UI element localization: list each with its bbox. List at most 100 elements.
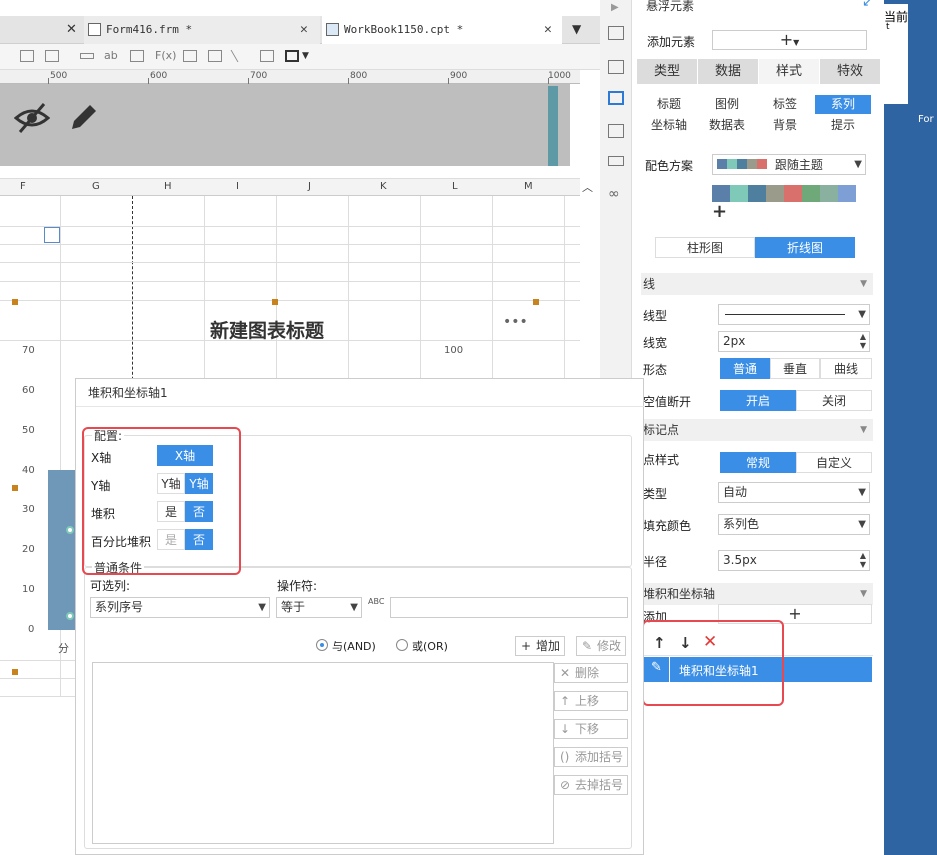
tab-effect[interactable]: 特效 (820, 59, 880, 84)
stepper-icon[interactable]: ▲ ▼ (860, 332, 866, 350)
color-scheme-select[interactable]: 跟随主题 ▼ (712, 154, 866, 175)
formula-icon[interactable]: F(x) (155, 49, 176, 62)
line-marker[interactable] (66, 612, 74, 620)
slash-icon[interactable] (230, 50, 252, 62)
null-break-on[interactable]: 开启 (720, 390, 796, 411)
column-label[interactable]: K (380, 181, 387, 192)
subtab-datatable[interactable]: 数据表 (699, 116, 755, 135)
subtab-series[interactable]: 系列 (815, 95, 871, 114)
section-stack-axis[interactable]: 堆积和坐标轴 ▼ (641, 583, 873, 605)
line-type-select[interactable]: ▼ (718, 304, 870, 325)
resize-handle[interactable] (533, 299, 539, 305)
subtab-label[interactable]: 标签 (757, 95, 813, 114)
shape-curve[interactable]: 曲线 (820, 358, 872, 379)
section-marker[interactable]: 标记点 ▼ (641, 419, 873, 441)
scroll-up-icon[interactable]: ︿ (582, 179, 593, 195)
stepper-icon[interactable]: ▲ ▼ (860, 551, 866, 569)
close-icon[interactable]: ✕ (544, 16, 552, 44)
and-radio[interactable] (316, 639, 328, 651)
column-label[interactable]: I (236, 181, 239, 192)
add-condition-button[interactable]: + 增加 (515, 636, 565, 656)
table-icon[interactable] (20, 50, 34, 62)
column-label[interactable]: M (524, 181, 533, 192)
column-label[interactable]: J (308, 181, 311, 192)
grid-icon[interactable] (45, 50, 59, 62)
resize-handle[interactable] (12, 485, 18, 491)
add-paren-button[interactable]: () 添加括号 (554, 747, 628, 767)
widget-settings-icon[interactable] (608, 60, 624, 74)
color-swatch[interactable] (730, 185, 748, 202)
field-icon[interactable] (80, 53, 94, 59)
line-marker[interactable] (66, 526, 74, 534)
expand-icon[interactable]: ↙ (862, 0, 873, 10)
resize-handle[interactable] (12, 669, 18, 675)
text-icon[interactable]: ab (104, 49, 118, 62)
chart-widget-icon[interactable] (44, 227, 60, 243)
point-style-normal[interactable]: 常规 (720, 452, 796, 473)
value-type-icon[interactable]: ABC (368, 597, 386, 617)
column-label[interactable]: F (20, 181, 26, 192)
border-icon[interactable] (285, 50, 299, 62)
modify-condition-button[interactable]: ✎ 修改 (576, 636, 626, 656)
link-icon[interactable]: ∞ (608, 186, 620, 202)
remove-paren-button[interactable]: ⊘ 去掉括号 (554, 775, 628, 795)
close-icon[interactable]: ✕ (66, 16, 77, 44)
chart-title[interactable]: 新建图表标题 (210, 316, 324, 343)
list-icon[interactable] (608, 156, 624, 166)
subtab-title[interactable]: 标题 (641, 95, 697, 114)
optional-column-select[interactable]: 系列序号 ▼ (90, 597, 270, 618)
color-swatch[interactable] (748, 185, 766, 202)
column-label[interactable]: H (164, 181, 172, 192)
shape-normal[interactable]: 普通 (720, 358, 770, 379)
value-input[interactable] (390, 597, 628, 618)
color-swatch[interactable] (784, 185, 802, 202)
tab-bar-chart[interactable]: 柱形图 (655, 237, 755, 258)
column-label[interactable]: G (92, 181, 100, 192)
chart-bar[interactable] (48, 470, 75, 630)
operator-select[interactable]: 等于 ▼ (276, 597, 362, 618)
subtab-background[interactable]: 背景 (757, 116, 813, 135)
pencil-icon[interactable] (68, 101, 98, 133)
layout-icon[interactable] (608, 26, 624, 40)
fill-color-select[interactable]: 系列色 ▼ (718, 514, 870, 535)
move-down-button[interactable]: ↓ 下移 (554, 719, 628, 739)
align-icon[interactable] (130, 50, 144, 62)
more-icon[interactable]: ••• (503, 314, 528, 330)
subtab-tooltip[interactable]: 提示 (815, 116, 871, 135)
tab-type[interactable]: 类型 (637, 59, 697, 84)
chevron-down-icon[interactable]: ▼ (302, 51, 309, 61)
style-icon[interactable] (608, 91, 624, 105)
color-swatch[interactable] (766, 185, 784, 202)
section-line[interactable]: 线 ▼ (641, 273, 873, 295)
subtab-legend[interactable]: 图例 (699, 95, 755, 114)
color-swatch[interactable] (838, 185, 856, 202)
subtab-axis[interactable]: 坐标轴 (641, 116, 697, 135)
tab-form416[interactable]: Form416.frm * ✕ (84, 16, 320, 44)
color-swatch[interactable] (802, 185, 820, 202)
add-color-icon[interactable]: + (712, 201, 727, 222)
collapse-icon[interactable]: ▶ (611, 2, 619, 13)
hidden-eye-icon[interactable] (14, 102, 50, 134)
or-radio[interactable] (396, 639, 408, 651)
line-width-input[interactable]: 2px ▲ ▼ (718, 331, 870, 352)
close-icon[interactable]: ✕ (300, 16, 308, 44)
color-swatch[interactable] (820, 185, 838, 202)
tab-style[interactable]: 样式 (759, 59, 819, 84)
window-icon[interactable] (608, 124, 624, 138)
shape-vertical[interactable]: 垂直 (770, 358, 820, 379)
condition-list[interactable] (92, 662, 554, 844)
add-element-button[interactable]: +▼ (712, 30, 867, 50)
image-icon[interactable] (208, 50, 222, 62)
resize-handle[interactable] (12, 299, 18, 305)
resize-handle[interactable] (272, 299, 278, 305)
chart-icon[interactable] (183, 50, 197, 62)
color-swatch[interactable] (712, 185, 730, 202)
radius-input[interactable]: 3.5px ▲ ▼ (718, 550, 870, 571)
report-icon[interactable] (260, 50, 274, 62)
null-break-off[interactable]: 关闭 (796, 390, 872, 411)
point-style-custom[interactable]: 自定义 (796, 452, 872, 473)
tab-menu-icon[interactable]: ▼ (572, 22, 581, 36)
move-up-button[interactable]: ↑ 上移 (554, 691, 628, 711)
column-label[interactable]: L (452, 181, 458, 192)
marker-type-select[interactable]: 自动 ▼ (718, 482, 870, 503)
